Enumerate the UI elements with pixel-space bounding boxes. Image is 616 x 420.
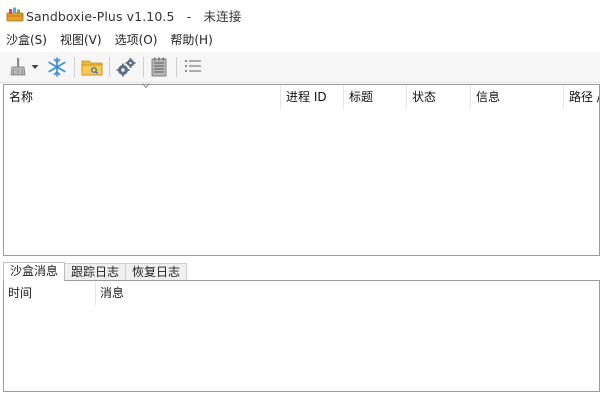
message-table-header: 时间 消息 <box>4 281 599 305</box>
menu-sandbox[interactable]: 沙盒(S) <box>0 29 53 49</box>
notepad-icon <box>151 57 167 77</box>
menu-view[interactable]: 视图(V) <box>54 29 108 49</box>
tab-sandbox-messages[interactable]: 沙盒消息 <box>3 262 66 281</box>
toolbar-separator <box>109 57 110 77</box>
toolbar-separator <box>74 57 75 77</box>
title-bar: Sandboxie-Plus v1.10.5 - 未连接 <box>0 0 616 28</box>
broom-icon <box>10 58 26 76</box>
menu-bar: 沙盒(S) 视图(V) 选项(O) 帮助(H) <box>0 29 220 49</box>
tab-recovery-log[interactable]: 恢复日志 <box>125 263 188 280</box>
column-header-pid[interactable]: 进程 ID <box>281 85 344 109</box>
column-header-path[interactable]: 路径 / <box>564 85 599 109</box>
column-header-message[interactable]: 消息 <box>96 281 599 305</box>
menu-options[interactable]: 选项(O) <box>109 29 164 49</box>
column-header-status[interactable]: 状态 <box>407 85 471 109</box>
sandbox-tree-view[interactable]: 名称 进程 ID 标题 状态 信息 路径 / <box>3 83 600 256</box>
log-tab-bar: 沙盒消息 跟踪日志 恢复日志 <box>3 262 188 281</box>
list-icon <box>185 60 201 72</box>
toolbar <box>0 52 600 83</box>
toolbar-separator <box>176 57 177 77</box>
menu-help[interactable]: 帮助(H) <box>164 29 218 49</box>
message-log-view[interactable]: 时间 消息 <box>3 280 600 392</box>
toolbar-separator <box>143 57 144 77</box>
column-header-name[interactable]: 名称 <box>4 85 281 109</box>
gears-icon <box>116 58 136 77</box>
sandbox-table-header: 名称 进程 ID 标题 状态 信息 路径 / <box>4 85 599 109</box>
column-header-info[interactable]: 信息 <box>471 85 564 109</box>
settings-button[interactable] <box>114 55 138 79</box>
sandboxie-logo-icon <box>6 7 24 22</box>
column-header-time[interactable]: 时间 <box>4 281 96 305</box>
list-view-button[interactable] <box>182 55 204 79</box>
freeze-button[interactable] <box>45 55 69 79</box>
tab-trace-log[interactable]: 跟踪日志 <box>64 263 127 280</box>
column-header-title[interactable]: 标题 <box>344 85 407 109</box>
clean-log-button[interactable] <box>148 55 170 79</box>
recover-files-button[interactable] <box>80 55 104 79</box>
terminate-all-button[interactable] <box>6 55 30 79</box>
terminate-dropdown-button[interactable] <box>30 55 40 79</box>
window-title: Sandboxie-Plus v1.10.5 - 未连接 <box>26 9 242 24</box>
snowflake-icon <box>48 57 66 77</box>
folder-icon <box>81 60 103 76</box>
window-edge <box>600 52 616 420</box>
dropdown-arrow-icon <box>31 65 39 69</box>
